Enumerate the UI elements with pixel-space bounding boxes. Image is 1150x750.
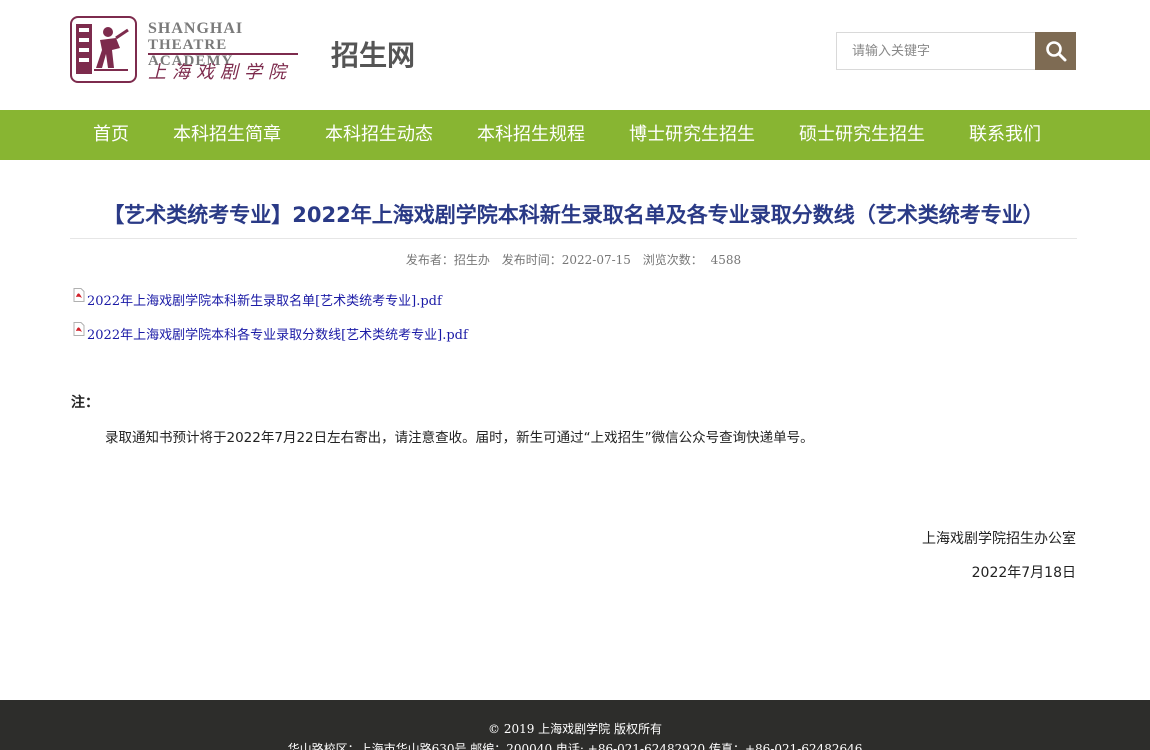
pdf-icon bbox=[73, 322, 85, 336]
publish-time-label: 发布时间： bbox=[501, 253, 562, 267]
nav-item-contact[interactable]: 联系我们 bbox=[947, 110, 1063, 160]
nav-item-undergrad-news[interactable]: 本科招生动态 bbox=[303, 110, 455, 160]
nav-list: 首页 本科招生简章 本科招生动态 本科招生规程 博士研究生招生 硕士研究生招生 … bbox=[71, 110, 1063, 160]
footer-address: 华山路校区：上海市华山路630号 邮编：200040 电话: +86-021-6… bbox=[287, 742, 863, 750]
academy-emblem-icon bbox=[70, 16, 137, 83]
logo-english-line1: Shanghai bbox=[148, 20, 244, 37]
footer-copyright: © 2019 上海戏剧学院 版权所有 bbox=[488, 722, 662, 736]
attachment-item: 2022年上海戏剧学院本科新生录取名单[艺术类统考专业].pdf bbox=[73, 288, 442, 309]
main-nav: 首页 本科招生简章 本科招生动态 本科招生规程 博士研究生招生 硕士研究生招生 … bbox=[0, 110, 1150, 160]
search-button[interactable] bbox=[1035, 32, 1076, 70]
site-header: Shanghai Theatre Academy 上海戏剧学院 招生网 bbox=[0, 0, 1150, 110]
search-icon bbox=[1045, 41, 1066, 62]
attachment-link[interactable]: 2022年上海戏剧学院本科各专业录取分数线[艺术类统考专业].pdf bbox=[87, 324, 468, 343]
publisher-label: 发布者： bbox=[405, 253, 454, 267]
publisher-value: 招生办 bbox=[453, 253, 490, 267]
publisher-info: 发布者：招生办 bbox=[406, 253, 490, 267]
view-count-value: 4588 bbox=[710, 253, 742, 267]
note-label: 注： bbox=[71, 395, 99, 411]
attachment-link[interactable]: 2022年上海戏剧学院本科新生录取名单[艺术类统考专业].pdf bbox=[87, 290, 442, 309]
search-box bbox=[836, 32, 1076, 70]
signature-date: 2022年7月18日 bbox=[971, 565, 1076, 581]
search-input[interactable] bbox=[837, 33, 1036, 69]
title-divider bbox=[70, 238, 1077, 239]
article-title: 【艺术类统考专业】2022年上海戏剧学院本科新生录取名单及各专业录取分数线（艺术… bbox=[103, 203, 1044, 227]
publish-time-info: 发布时间：2022-07-15 bbox=[502, 253, 631, 267]
signature-office: 上海戏剧学院招生办公室 bbox=[922, 531, 1076, 547]
nav-item-phd-admission[interactable]: 博士研究生招生 bbox=[607, 110, 777, 160]
nav-item-undergrad-brochure[interactable]: 本科招生简章 bbox=[151, 110, 303, 160]
view-count-info: 浏览次数： 4588 bbox=[643, 253, 741, 267]
view-count-label: 浏览次数： bbox=[642, 253, 703, 267]
nav-item-undergrad-rules[interactable]: 本科招生规程 bbox=[455, 110, 607, 160]
logo-divider bbox=[148, 53, 298, 55]
article-meta: 发布者：招生办 发布时间：2022-07-15 浏览次数： 4588 bbox=[70, 251, 1077, 268]
nav-item-master-admission[interactable]: 硕士研究生招生 bbox=[777, 110, 947, 160]
pdf-icon bbox=[73, 288, 85, 302]
attachment-item: 2022年上海戏剧学院本科各专业录取分数线[艺术类统考专业].pdf bbox=[73, 322, 468, 343]
note-text: 录取通知书预计将于2022年7月22日左右寄出，请注意查收。届时，新生可通过“上… bbox=[105, 430, 814, 446]
nav-item-home[interactable]: 首页 bbox=[71, 110, 151, 160]
logo-chinese-name: 上海戏剧学院 bbox=[148, 62, 292, 83]
site-footer: © 2019 上海戏剧学院 版权所有 华山路校区：上海市华山路630号 邮编：2… bbox=[0, 700, 1150, 750]
site-logo[interactable]: Shanghai Theatre Academy 上海戏剧学院 bbox=[70, 16, 302, 84]
site-title: 招生网 bbox=[331, 39, 416, 72]
publish-time-value: 2022-07-15 bbox=[561, 253, 631, 267]
